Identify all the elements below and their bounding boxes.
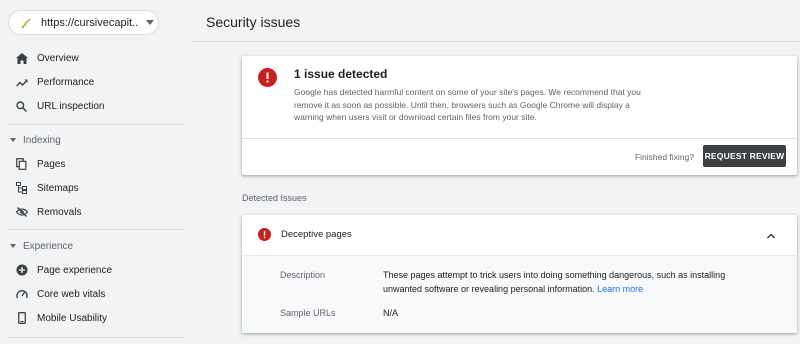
chevron-up-icon[interactable] xyxy=(765,229,777,241)
sidebar-divider xyxy=(8,229,184,230)
detected-issues-label: Detected Issues xyxy=(242,193,307,203)
property-selector[interactable]: https://cursivecapit... xyxy=(8,10,159,35)
property-url: https://cursivecapit... xyxy=(41,16,139,29)
chevron-down-icon xyxy=(145,18,155,28)
smartphone-icon xyxy=(15,312,28,325)
issue-detail-header[interactable]: Deceptive pages xyxy=(242,215,797,255)
home-icon xyxy=(15,52,28,65)
add-circle-icon xyxy=(15,264,28,277)
page-title: Security issues xyxy=(206,14,301,30)
sidebar-item-page-experience[interactable]: Page experience xyxy=(0,259,192,281)
description-text: These pages attempt to trick users into … xyxy=(383,270,726,294)
section-title: Experience xyxy=(23,240,74,252)
sidebar-item-mobile-usability[interactable]: Mobile Usability xyxy=(0,307,192,329)
issue-count-title: 1 issue detected xyxy=(294,67,388,81)
section-title: Indexing xyxy=(23,134,61,146)
sidebar-item-label: Page experience xyxy=(37,264,113,276)
sample-urls-value: N/A xyxy=(383,308,399,318)
section-indexing-header[interactable]: Indexing xyxy=(0,131,192,149)
sidebar-item-label: Mobile Usability xyxy=(37,312,108,324)
sidebar-item-url-inspection[interactable]: URL inspection xyxy=(0,95,192,117)
description-value: These pages attempt to trick users into … xyxy=(383,269,753,296)
sidebar-item-label: Sitemaps xyxy=(37,182,79,194)
sample-urls-label: Sample URLs xyxy=(280,308,336,318)
speed-icon xyxy=(15,288,28,301)
sidebar-item-label: Performance xyxy=(37,76,95,88)
sidebar-item-label: URL inspection xyxy=(37,100,105,112)
app: https://cursivecapit... Overview Perform… xyxy=(0,0,800,344)
issue-summary-card: 1 issue detected Google has detected har… xyxy=(242,56,797,175)
sidebar-item-core-web-vitals[interactable]: Core web vitals xyxy=(0,283,192,305)
search-icon xyxy=(15,100,28,113)
issue-description: Google has detected harmful content on s… xyxy=(294,87,641,122)
sidebar-divider xyxy=(8,124,184,125)
section-experience-header[interactable]: Experience xyxy=(0,237,192,255)
title-divider xyxy=(192,41,800,42)
sidebar-item-label: Overview xyxy=(37,52,79,64)
sidebar-item-overview[interactable]: Overview xyxy=(0,47,192,69)
error-icon xyxy=(258,68,277,87)
issue-detail-card: Deceptive pages Description These pages … xyxy=(242,215,797,333)
error-icon xyxy=(258,228,271,241)
sidebar-item-performance[interactable]: Performance xyxy=(0,71,192,93)
pages-icon xyxy=(15,158,28,171)
sidebar-item-sitemaps[interactable]: Sitemaps xyxy=(0,177,192,199)
caret-down-icon xyxy=(9,242,17,250)
description-label: Description xyxy=(280,270,326,280)
caret-down-icon xyxy=(9,136,17,144)
trending-up-icon xyxy=(15,76,28,89)
sidebar-item-removals[interactable]: Removals xyxy=(0,201,192,223)
sidebar-divider xyxy=(8,337,184,338)
sidebar: https://cursivecapit... Overview Perform… xyxy=(0,0,192,344)
sidebar-item-label: Removals xyxy=(37,206,82,218)
issue-detail-body: Description These pages attempt to trick… xyxy=(242,255,797,333)
property-leaf-icon xyxy=(19,16,33,30)
eye-off-icon xyxy=(15,206,28,219)
sidebar-item-label: Pages xyxy=(37,158,66,170)
learn-more-link[interactable]: Learn more xyxy=(597,284,643,294)
finished-fixing-text: Finished fixing? xyxy=(634,152,694,162)
sidebar-item-pages[interactable]: Pages xyxy=(0,153,192,175)
card-divider xyxy=(242,138,797,139)
sitemap-icon xyxy=(15,182,28,195)
request-review-button[interactable]: REQUEST REVIEW xyxy=(703,145,786,167)
issue-detail-title: Deceptive pages xyxy=(281,229,352,240)
sidebar-item-label: Core web vitals xyxy=(37,288,106,300)
